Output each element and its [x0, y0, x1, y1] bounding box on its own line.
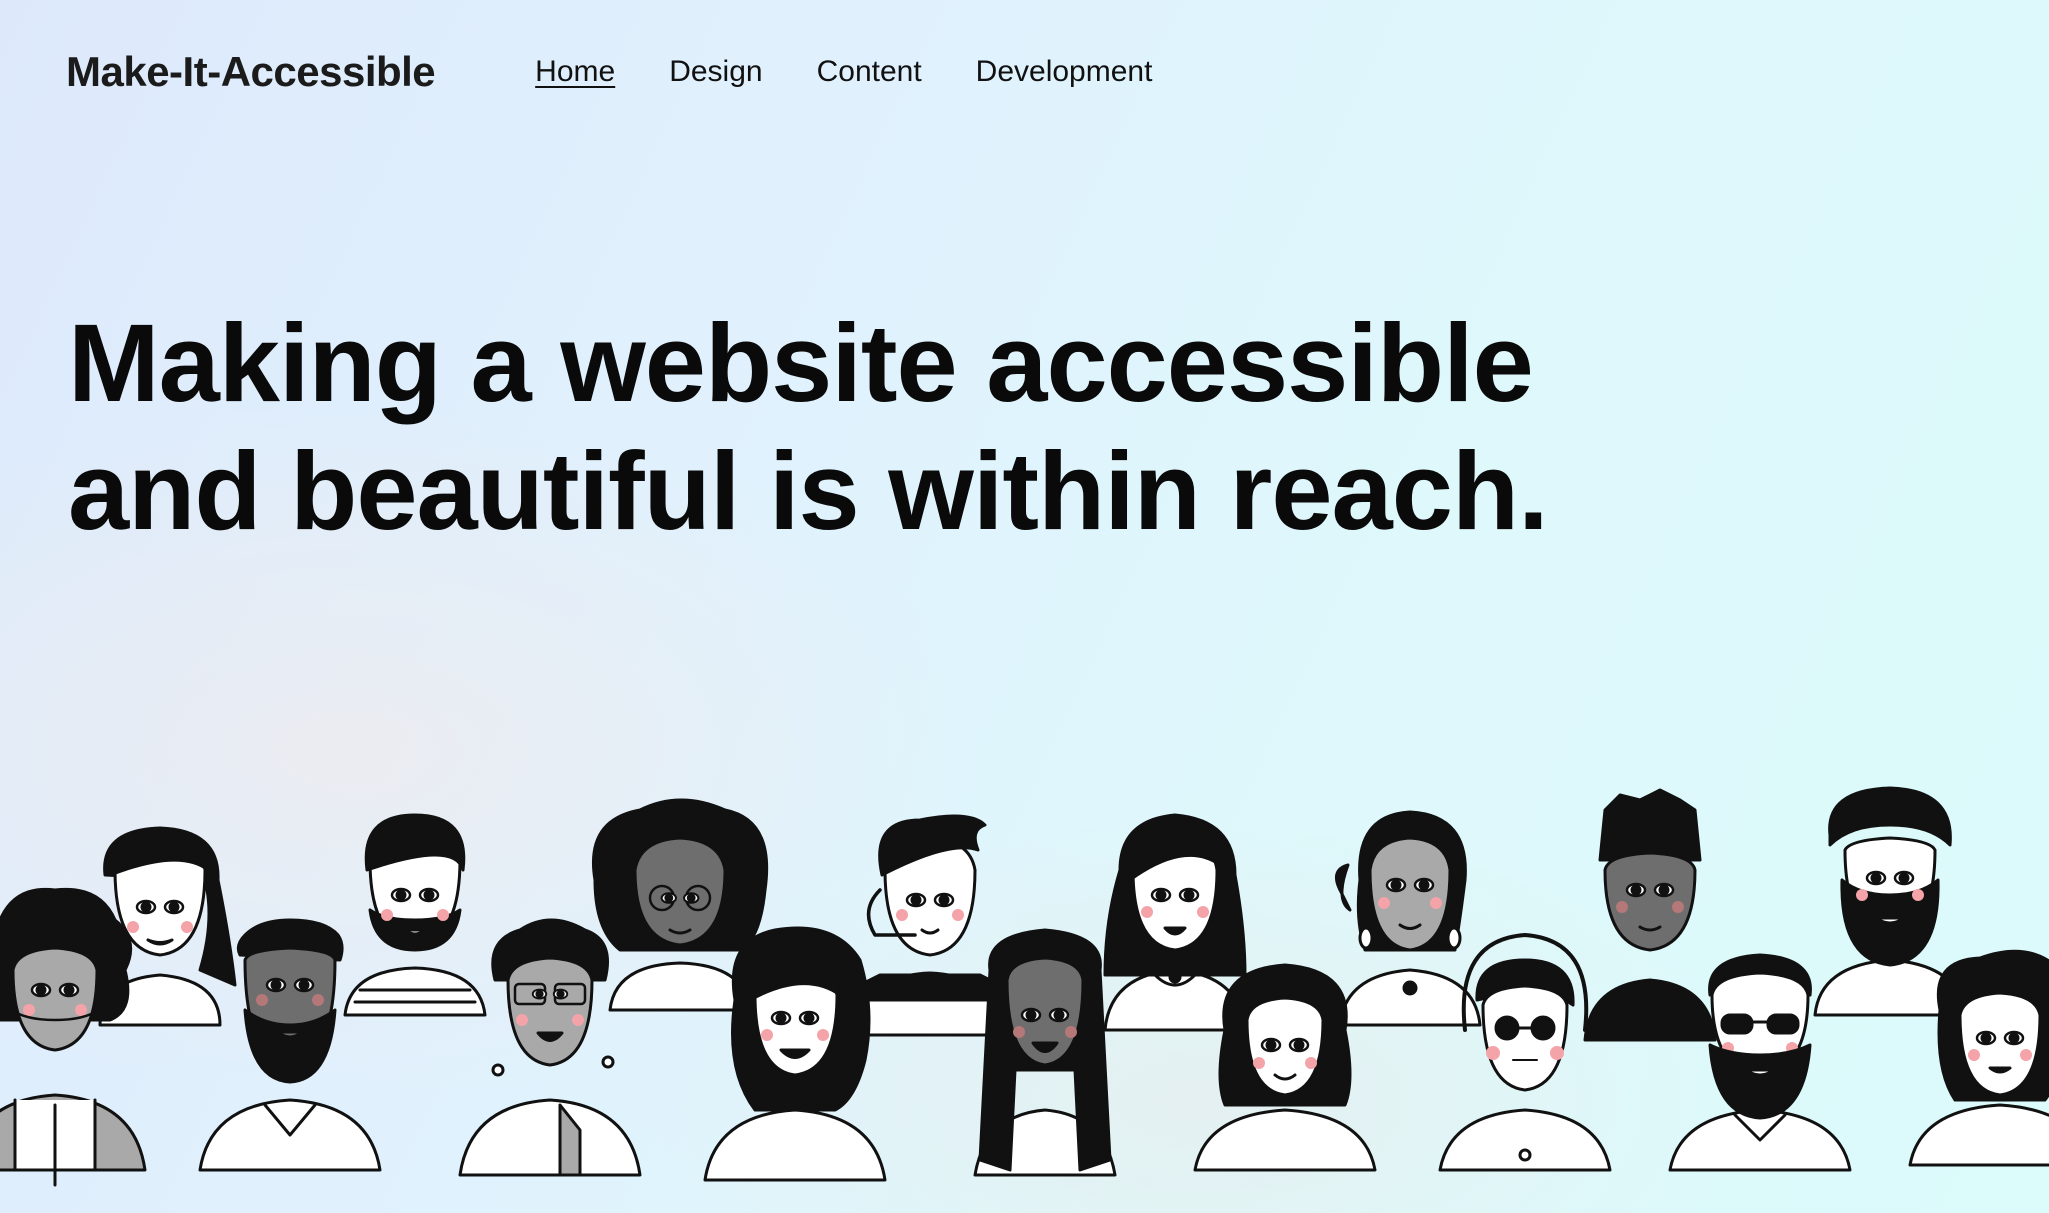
- nav-item-home: Home: [535, 55, 615, 89]
- nav-link-design[interactable]: Design: [669, 55, 762, 88]
- diverse-people-illustration: [0, 786, 2049, 1187]
- hero-heading-line-2: and beautiful is within reach.: [68, 430, 1549, 553]
- person-7: [1583, 788, 1717, 1042]
- nav-link-home[interactable]: Home: [535, 55, 615, 88]
- person-9: [0, 887, 147, 1187]
- person-11: [458, 918, 642, 1177]
- person-5: [1103, 813, 1247, 1032]
- hero-heading-line-1: Making a website accessible: [68, 302, 1534, 425]
- nav-item-development: Development: [976, 55, 1153, 89]
- nav-item-design: Design: [669, 55, 762, 89]
- person-15: [1438, 933, 1612, 1172]
- site-header: Make-It-Accessible Home Design Content D…: [66, 42, 1152, 102]
- person-4: [853, 814, 1007, 1037]
- person-12: [703, 926, 887, 1182]
- person-2: [343, 813, 487, 1017]
- nav-link-development[interactable]: Development: [976, 55, 1153, 88]
- nav-link-content[interactable]: Content: [817, 55, 922, 88]
- nav-item-content: Content: [817, 55, 922, 89]
- person-6: [1334, 810, 1482, 1027]
- main-nav: Home Design Content Development: [535, 55, 1152, 89]
- hero-heading: Making a website accessible and beautifu…: [68, 300, 1628, 556]
- person-13: [973, 928, 1117, 1177]
- site-logo[interactable]: Make-It-Accessible: [66, 48, 436, 96]
- person-16: [1668, 953, 1852, 1172]
